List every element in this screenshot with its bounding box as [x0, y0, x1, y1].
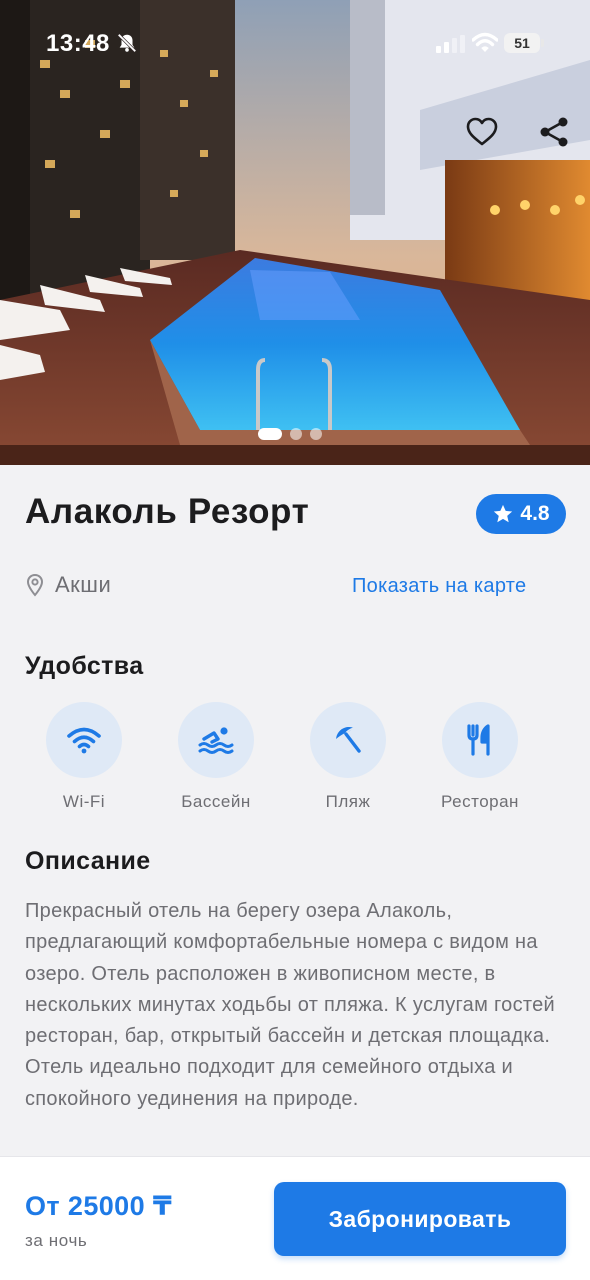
carousel-dot[interactable]	[310, 428, 322, 440]
status-time: 13:48	[46, 30, 110, 57]
carousel-dot[interactable]	[290, 428, 302, 440]
restaurant-icon	[467, 724, 490, 756]
amenity-label: Бассейн	[181, 792, 251, 811]
status-bar: 13:48 51	[0, 0, 590, 90]
location: Акши	[25, 572, 111, 598]
book-button[interactable]: Забронировать	[274, 1182, 566, 1256]
location-name: Акши	[55, 572, 112, 597]
hero-gallery[interactable]: 13:48 51	[0, 0, 590, 465]
heart-icon	[466, 117, 498, 146]
favorite-button[interactable]	[462, 112, 502, 152]
beach-umbrella-icon	[335, 727, 361, 753]
amenities-title: Удобства	[25, 652, 144, 680]
pool-icon	[198, 727, 234, 754]
description-text: Прекрасный отель на берегу озера Алаколь…	[25, 900, 556, 1110]
description-title: Описание	[25, 847, 151, 875]
carousel-indicator	[258, 428, 322, 440]
amenity-beach: Пляж	[288, 702, 408, 812]
amenity-label: Ресторан	[441, 792, 519, 811]
wifi-icon	[67, 727, 101, 754]
signal-icon	[436, 35, 465, 53]
show-on-map-link[interactable]: Показать на карте	[352, 575, 526, 598]
share-button[interactable]	[534, 112, 574, 152]
amenity-label: Wi-Fi	[62, 792, 106, 811]
amenity-restaurant: Ресторан	[420, 702, 540, 812]
battery-level: 51	[514, 35, 530, 51]
rating-value: 4.8	[520, 502, 550, 525]
battery-indicator: 51	[504, 33, 544, 53]
star-icon	[494, 504, 513, 523]
wifi-status-icon	[472, 32, 498, 52]
bell-muted-icon	[117, 33, 137, 53]
price: От 25000 ₸	[25, 1191, 173, 1221]
carousel-dot-active[interactable]	[258, 428, 282, 440]
amenity-wifi: Wi-Fi	[24, 702, 144, 812]
rating-badge: 4.8	[476, 494, 566, 534]
amenity-label: Пляж	[325, 792, 371, 811]
booking-bar: От 25000 ₸ за ночь Забронировать	[0, 1156, 590, 1280]
share-icon	[540, 117, 568, 147]
amenity-pool: Бассейн	[156, 702, 276, 812]
location-pin-icon	[26, 573, 44, 597]
price-unit: за ночь	[25, 1231, 88, 1250]
hotel-name: Алаколь Резорт	[25, 492, 310, 531]
